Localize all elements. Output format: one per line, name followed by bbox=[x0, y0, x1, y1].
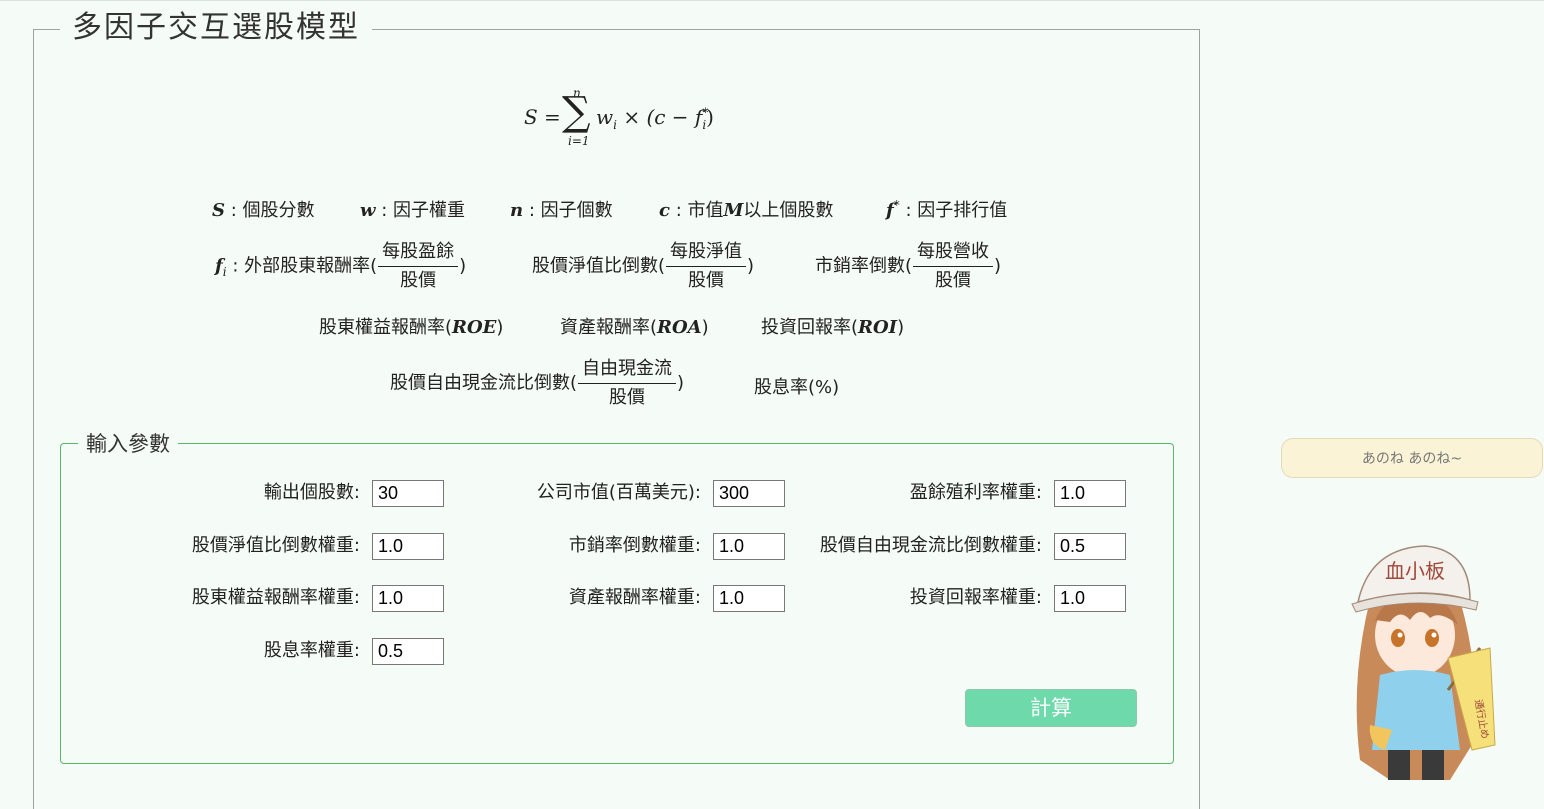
pb-fraction: 每股淨值 股價 bbox=[666, 240, 747, 293]
close-paren: ) bbox=[994, 255, 1002, 277]
input-section-title: 輸入參數 bbox=[78, 430, 178, 458]
roe-weight-label: 股東權益報酬率權重: bbox=[191, 587, 360, 608]
mascot-right-leg bbox=[1422, 750, 1444, 780]
close-paren: ) bbox=[747, 255, 755, 277]
calculate-button[interactable]: 計算 bbox=[965, 689, 1137, 727]
def-c: c : 市值M以上個股數 bbox=[659, 196, 833, 222]
summation-symbol: ∑ bbox=[562, 89, 591, 135]
earnings-fraction: 每股盈餘 股價 bbox=[378, 240, 459, 293]
output-count-input[interactable] bbox=[372, 480, 444, 507]
def-c-text-a: : 市值 bbox=[669, 200, 724, 221]
mascot-eye-shine-left bbox=[1397, 632, 1403, 638]
factor-earnings-yield: fi : 外部股東報酬率(每股盈餘 股價) bbox=[215, 240, 466, 293]
close-paren: ) bbox=[701, 317, 709, 338]
page-title: 多因子交互選股模型 bbox=[60, 8, 372, 48]
roe-label: 股東權益報酬率( bbox=[319, 317, 453, 338]
factor-roa: 資產報酬率(ROA) bbox=[560, 313, 709, 339]
fi-symbol: f bbox=[215, 255, 223, 277]
mascot-eye-shine-right bbox=[1431, 632, 1437, 638]
factor-dividend-yield: 股息率(%) bbox=[754, 373, 839, 399]
def-w: w : 因子權重 bbox=[360, 196, 465, 222]
def-s: S : 個股分數 bbox=[212, 196, 315, 222]
pfcf-weight-input[interactable] bbox=[1054, 533, 1126, 560]
output-count-label: 輸出個股數: bbox=[263, 482, 360, 503]
def-f: f* : 因子排行值 bbox=[886, 196, 1007, 222]
formula-w: w bbox=[596, 105, 614, 129]
ps-weight-input[interactable] bbox=[713, 533, 785, 560]
roa-symbol: ROA bbox=[657, 317, 702, 338]
def-c-symbol: c bbox=[659, 200, 670, 221]
def-n: n : 因子個數 bbox=[510, 196, 613, 222]
pb-num: 每股淨值 bbox=[666, 240, 747, 267]
factor-roi: 投資回報率(ROI) bbox=[761, 313, 904, 339]
ps-fraction: 每股營收 股價 bbox=[913, 240, 994, 293]
roi-label: 投資回報率( bbox=[761, 317, 859, 338]
roe-symbol: ROE bbox=[452, 317, 497, 338]
dividend-yield-weight-label: 股息率權重: bbox=[263, 640, 360, 661]
ps-num: 每股營收 bbox=[913, 240, 994, 267]
def-w-symbol: w bbox=[360, 200, 376, 221]
ps-label: 市銷率倒數( bbox=[815, 255, 913, 277]
pfcf-den: 股價 bbox=[609, 387, 646, 408]
roi-weight-label: 投資回報率權重: bbox=[909, 587, 1042, 608]
mascot-hat-text: 血小板 bbox=[1385, 559, 1445, 583]
def-n-text: : 因子個數 bbox=[523, 200, 613, 221]
roi-weight-input[interactable] bbox=[1054, 585, 1126, 612]
earnings-yield-weight-input[interactable] bbox=[1054, 480, 1126, 507]
mascot-left-eye bbox=[1391, 629, 1405, 647]
roi-symbol: ROI bbox=[858, 317, 898, 338]
pb-label: 股價淨值比倒數( bbox=[532, 255, 666, 277]
def-c-m: M bbox=[723, 200, 744, 221]
def-w-text: : 因子權重 bbox=[375, 200, 466, 221]
pb-weight-input[interactable] bbox=[372, 533, 444, 560]
pfcf-weight-label: 股價自由現金流比倒數權重: bbox=[819, 535, 1042, 556]
factor-pb: 股價淨值比倒數(每股淨值股價) bbox=[532, 240, 754, 293]
def-s-text: : 個股分數 bbox=[225, 200, 315, 221]
factor-ps: 市銷率倒數(每股營收股價) bbox=[815, 240, 1001, 293]
def-s-symbol: S bbox=[212, 200, 225, 221]
speech-bubble[interactable]: あのね あのね~ bbox=[1281, 438, 1543, 478]
sum-lower-limit: i=1 bbox=[568, 134, 590, 148]
dividend-yield-label: 股息率(%) bbox=[754, 377, 840, 398]
roe-weight-input[interactable] bbox=[372, 585, 444, 612]
def-n-symbol: n bbox=[510, 200, 524, 221]
mascot-left-leg bbox=[1388, 750, 1410, 780]
def-c-text-b: 以上個股數 bbox=[743, 200, 834, 221]
mascot-character[interactable]: 血小板 通行止め bbox=[1330, 540, 1505, 786]
dividend-yield-weight-input[interactable] bbox=[372, 638, 444, 665]
formula-close: ) bbox=[706, 105, 714, 129]
formula-rest: × (c − f bbox=[616, 105, 703, 129]
earnings-den: 股價 bbox=[400, 270, 437, 291]
market-cap-label: 公司市值(百萬美元): bbox=[536, 482, 701, 503]
mascot-right-eye bbox=[1425, 629, 1439, 647]
factor-pfcf: 股價自由現金流比倒數(自由現金流股價) bbox=[390, 357, 684, 410]
close-paren: ) bbox=[496, 317, 504, 338]
ps-weight-label: 市銷率倒數權重: bbox=[568, 535, 701, 556]
factor-roe: 股東權益報酬率(ROE) bbox=[319, 313, 503, 339]
close-paren: ) bbox=[459, 255, 467, 277]
roa-weight-input[interactable] bbox=[713, 585, 785, 612]
pfcf-label: 股價自由現金流比倒數( bbox=[390, 372, 578, 394]
def-f-text: : 因子排行值 bbox=[899, 200, 1008, 221]
earnings-yield-label: : 外部股東報酬率( bbox=[226, 255, 378, 277]
earnings-num: 每股盈餘 bbox=[378, 240, 459, 267]
earnings-yield-weight-label: 盈餘殖利率權重: bbox=[909, 482, 1042, 503]
def-f-symbol: f bbox=[886, 200, 894, 221]
formula-lhs: S = bbox=[524, 105, 561, 129]
top-divider bbox=[0, 0, 1544, 1]
market-cap-input[interactable] bbox=[713, 480, 785, 507]
ps-den: 股價 bbox=[935, 270, 972, 291]
pfcf-fraction: 自由現金流 股價 bbox=[578, 357, 677, 410]
roa-weight-label: 資產報酬率權重: bbox=[568, 587, 701, 608]
score-formula: S = n ∑ i=1 wi × (c − f*i) bbox=[520, 86, 730, 152]
pfcf-num: 自由現金流 bbox=[578, 357, 677, 384]
close-paren: ) bbox=[677, 372, 685, 394]
pb-den: 股價 bbox=[688, 270, 725, 291]
pb-weight-label: 股價淨值比倒數權重: bbox=[191, 535, 360, 556]
formula-rhs: wi × (c − f*i) bbox=[596, 105, 714, 132]
close-paren: ) bbox=[897, 317, 905, 338]
roa-label: 資產報酬率( bbox=[560, 317, 658, 338]
